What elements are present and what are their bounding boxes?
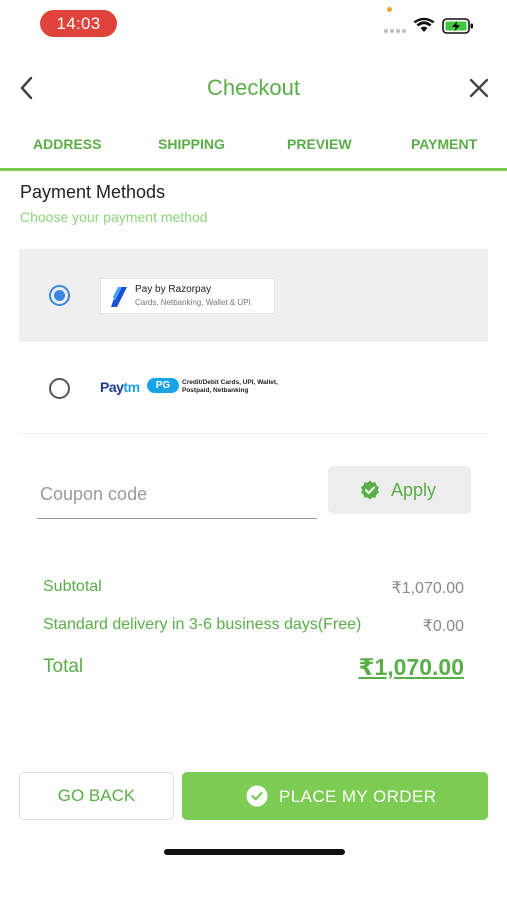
wifi-icon [413, 17, 435, 32]
check-circle-icon [246, 785, 268, 807]
status-time: 14:03 [40, 10, 117, 37]
close-button[interactable] [465, 74, 493, 102]
apply-coupon-button[interactable]: Apply [328, 466, 471, 514]
paytm-logo-tm: tm [123, 379, 140, 395]
delivery-value: ₹0.00 [422, 618, 464, 635]
paytm-logo: Paytm [100, 379, 140, 395]
total-value: ₹1,070.00 [358, 654, 464, 680]
payment-option-paytm[interactable]: Paytm PG Credit/Debit Cards, UPI, Wallet… [19, 342, 488, 434]
tab-address[interactable]: ADDRESS [33, 136, 101, 152]
close-icon [469, 78, 489, 98]
razorpay-logo-icon [111, 287, 127, 307]
place-order-label: PLACE MY ORDER [279, 787, 437, 806]
subtotal-value: ₹1,070.00 [391, 580, 464, 597]
payment-option-razorpay[interactable]: Pay by Razorpay Cards, Netbanking, Walle… [19, 249, 488, 342]
privacy-indicator-dot [387, 7, 392, 12]
place-order-button[interactable]: PLACE MY ORDER [182, 772, 488, 820]
nav-bar: Checkout [0, 60, 507, 116]
checkout-steps: ADDRESS SHIPPING PREVIEW PAYMENT [0, 125, 507, 171]
status-bar: 14:03 [0, 0, 507, 50]
paytm-radio[interactable] [49, 378, 70, 399]
razorpay-radio[interactable] [49, 285, 70, 306]
tab-payment[interactable]: PAYMENT [411, 136, 477, 152]
verified-badge-icon [361, 480, 379, 500]
paytm-description: Credit/Debit Cards, UPI, Wallet, Postpai… [182, 379, 278, 394]
tab-preview[interactable]: PREVIEW [287, 136, 352, 152]
subtotal-label: Subtotal [43, 578, 102, 595]
razorpay-logo-badge: Pay by Razorpay Cards, Netbanking, Walle… [100, 278, 275, 314]
page-title: Checkout [207, 75, 300, 100]
tab-shipping[interactable]: SHIPPING [158, 136, 225, 152]
razorpay-title: Pay by Razorpay [135, 284, 212, 295]
cellular-signal-icon [384, 29, 406, 33]
apply-label: Apply [391, 480, 437, 500]
delivery-label: Standard delivery in 3-6 business days(F… [43, 616, 362, 633]
paytm-pg-badge: PG [147, 378, 179, 393]
paytm-logo-pay: Pay [100, 379, 124, 395]
razorpay-description: Cards, Netbanking, Wallet & UPI [135, 298, 251, 307]
go-back-button[interactable]: GO BACK [19, 772, 174, 820]
battery-charging-icon [442, 18, 473, 34]
coupon-code-input[interactable] [37, 470, 317, 519]
payment-methods-title: Payment Methods [20, 182, 166, 202]
total-label: Total [43, 656, 84, 677]
payment-methods-subtitle: Choose your payment method [20, 209, 208, 225]
home-indicator [164, 849, 345, 855]
